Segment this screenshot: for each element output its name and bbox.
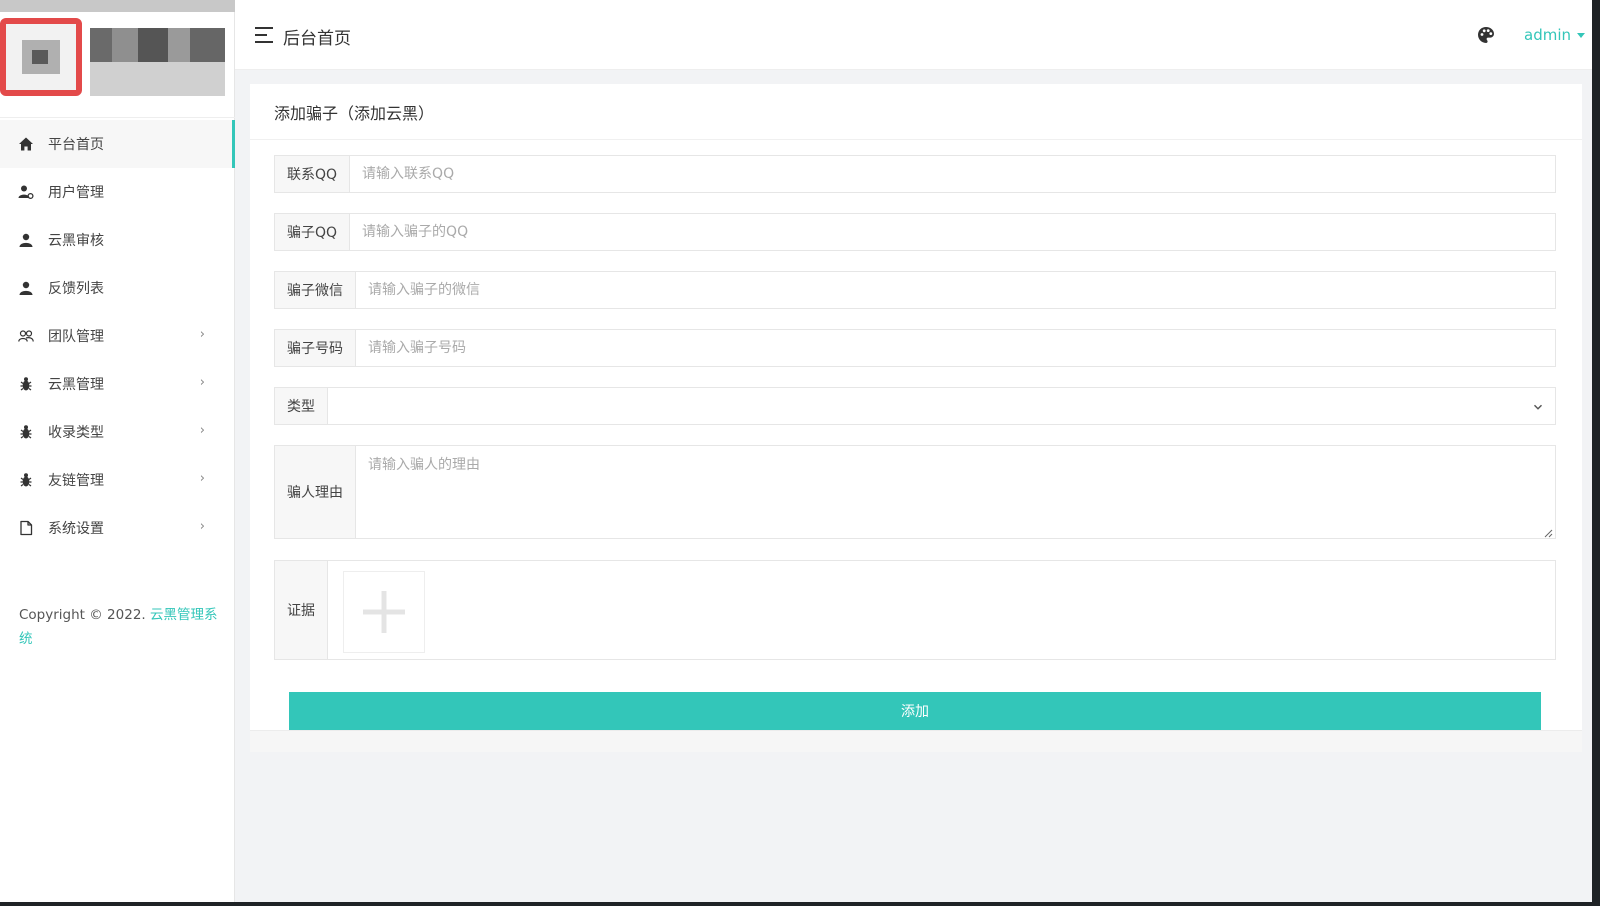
- scammer-qq-input[interactable]: [350, 214, 1555, 250]
- file-icon: [18, 520, 34, 536]
- sidebar-nav: 平台首页 用户管理 云黑审核 反馈列表 团队管理 › 云黑管理 › 收录类型 ›…: [0, 120, 235, 552]
- sidebar-item-label: 系统设置: [48, 521, 104, 537]
- sidebar-item-users[interactable]: 用户管理: [0, 168, 235, 216]
- logo-top-strip: [0, 0, 235, 12]
- sidebar-item-team[interactable]: 团队管理 ›: [0, 312, 235, 360]
- reason-textarea[interactable]: [356, 446, 1555, 538]
- caret-down-icon: [1577, 32, 1585, 38]
- sidebar-item-label: 团队管理: [48, 329, 104, 345]
- logo-text-pixelated: [90, 28, 225, 96]
- copyright: Copyright © 2022. 云黑管理系统: [19, 603, 219, 651]
- sidebar-item-label: 友链管理: [48, 473, 104, 489]
- sidebar-item-label: 云黑审核: [48, 233, 104, 249]
- chevron-right-icon: ›: [199, 519, 205, 534]
- sidebar-item-feedback[interactable]: 反馈列表: [0, 264, 235, 312]
- sidebar-item-label: 收录类型: [48, 425, 104, 441]
- app-window: 平台首页 用户管理 云黑审核 反馈列表 团队管理 › 云黑管理 › 收录类型 ›…: [0, 0, 1592, 902]
- chevron-down-icon: [1533, 400, 1543, 410]
- top-header: 后台首页 admin: [235, 0, 1592, 70]
- add-button[interactable]: 添加: [289, 692, 1541, 730]
- evidence-label: 证据: [275, 561, 328, 659]
- sidebar-item-label: 反馈列表: [48, 281, 104, 297]
- sidebar-item-label: 用户管理: [48, 185, 104, 201]
- scammer-phone-label: 骗子号码: [275, 330, 356, 366]
- sidebar-item-types[interactable]: 收录类型 ›: [0, 408, 235, 456]
- chevron-right-icon: ›: [199, 423, 205, 438]
- page-title: 后台首页: [283, 29, 351, 49]
- chevron-right-icon: ›: [199, 375, 205, 390]
- plus-icon: [363, 591, 405, 633]
- resize-handle-icon[interactable]: [1543, 526, 1553, 538]
- scammer-qq-label: 骗子QQ: [275, 214, 351, 250]
- evidence-field: 证据: [274, 560, 1556, 660]
- palette-icon[interactable]: [1477, 26, 1495, 44]
- home-icon: [18, 136, 34, 152]
- type-label: 类型: [275, 388, 328, 424]
- reason-field: 骗人理由: [274, 445, 1556, 539]
- upload-button[interactable]: [343, 571, 425, 653]
- scammer-qq-field: 骗子QQ: [274, 213, 1556, 251]
- card-footer-strip: [250, 730, 1582, 752]
- type-field: 类型: [274, 387, 1556, 425]
- bug-icon: [18, 472, 34, 488]
- user-settings-icon: [18, 184, 34, 200]
- copyright-text: Copyright © 2022.: [19, 607, 150, 623]
- sidebar: 平台首页 用户管理 云黑审核 反馈列表 团队管理 › 云黑管理 › 收录类型 ›…: [0, 0, 235, 902]
- logo-mark-icon: [0, 18, 82, 96]
- chevron-right-icon: ›: [199, 471, 205, 486]
- scammer-wechat-input[interactable]: [356, 272, 1555, 308]
- contact-qq-label: 联系QQ: [275, 156, 351, 192]
- menu-toggle-icon[interactable]: [255, 27, 273, 43]
- contact-qq-field: 联系QQ: [274, 155, 1556, 193]
- sidebar-item-links[interactable]: 友链管理 ›: [0, 456, 235, 504]
- reason-label: 骗人理由: [275, 446, 356, 538]
- group-icon: [18, 328, 34, 344]
- logo[interactable]: [0, 0, 235, 118]
- user-icon: [18, 280, 34, 296]
- user-name: admin: [1524, 26, 1571, 44]
- user-icon: [18, 232, 34, 248]
- user-menu[interactable]: admin: [1524, 26, 1585, 44]
- sidebar-item-label: 云黑管理: [48, 377, 104, 393]
- bug-icon: [18, 376, 34, 392]
- sidebar-item-blacklist[interactable]: 云黑管理 ›: [0, 360, 235, 408]
- sidebar-item-review[interactable]: 云黑审核: [0, 216, 235, 264]
- scammer-phone-input[interactable]: [356, 330, 1555, 366]
- bug-icon: [18, 424, 34, 440]
- type-select[interactable]: [328, 388, 1555, 424]
- sidebar-item-settings[interactable]: 系统设置 ›: [0, 504, 235, 552]
- chevron-right-icon: ›: [199, 327, 205, 342]
- scammer-wechat-label: 骗子微信: [275, 272, 356, 308]
- scammer-wechat-field: 骗子微信: [274, 271, 1556, 309]
- add-scammer-card: 添加骗子（添加云黑） 联系QQ 骗子QQ 骗子微信 骗子号码 类型: [250, 84, 1582, 730]
- sidebar-item-label: 平台首页: [48, 137, 104, 153]
- scammer-phone-field: 骗子号码: [274, 329, 1556, 367]
- card-title: 添加骗子（添加云黑）: [250, 84, 1582, 140]
- sidebar-item-home[interactable]: 平台首页: [0, 120, 235, 168]
- contact-qq-input[interactable]: [350, 156, 1555, 192]
